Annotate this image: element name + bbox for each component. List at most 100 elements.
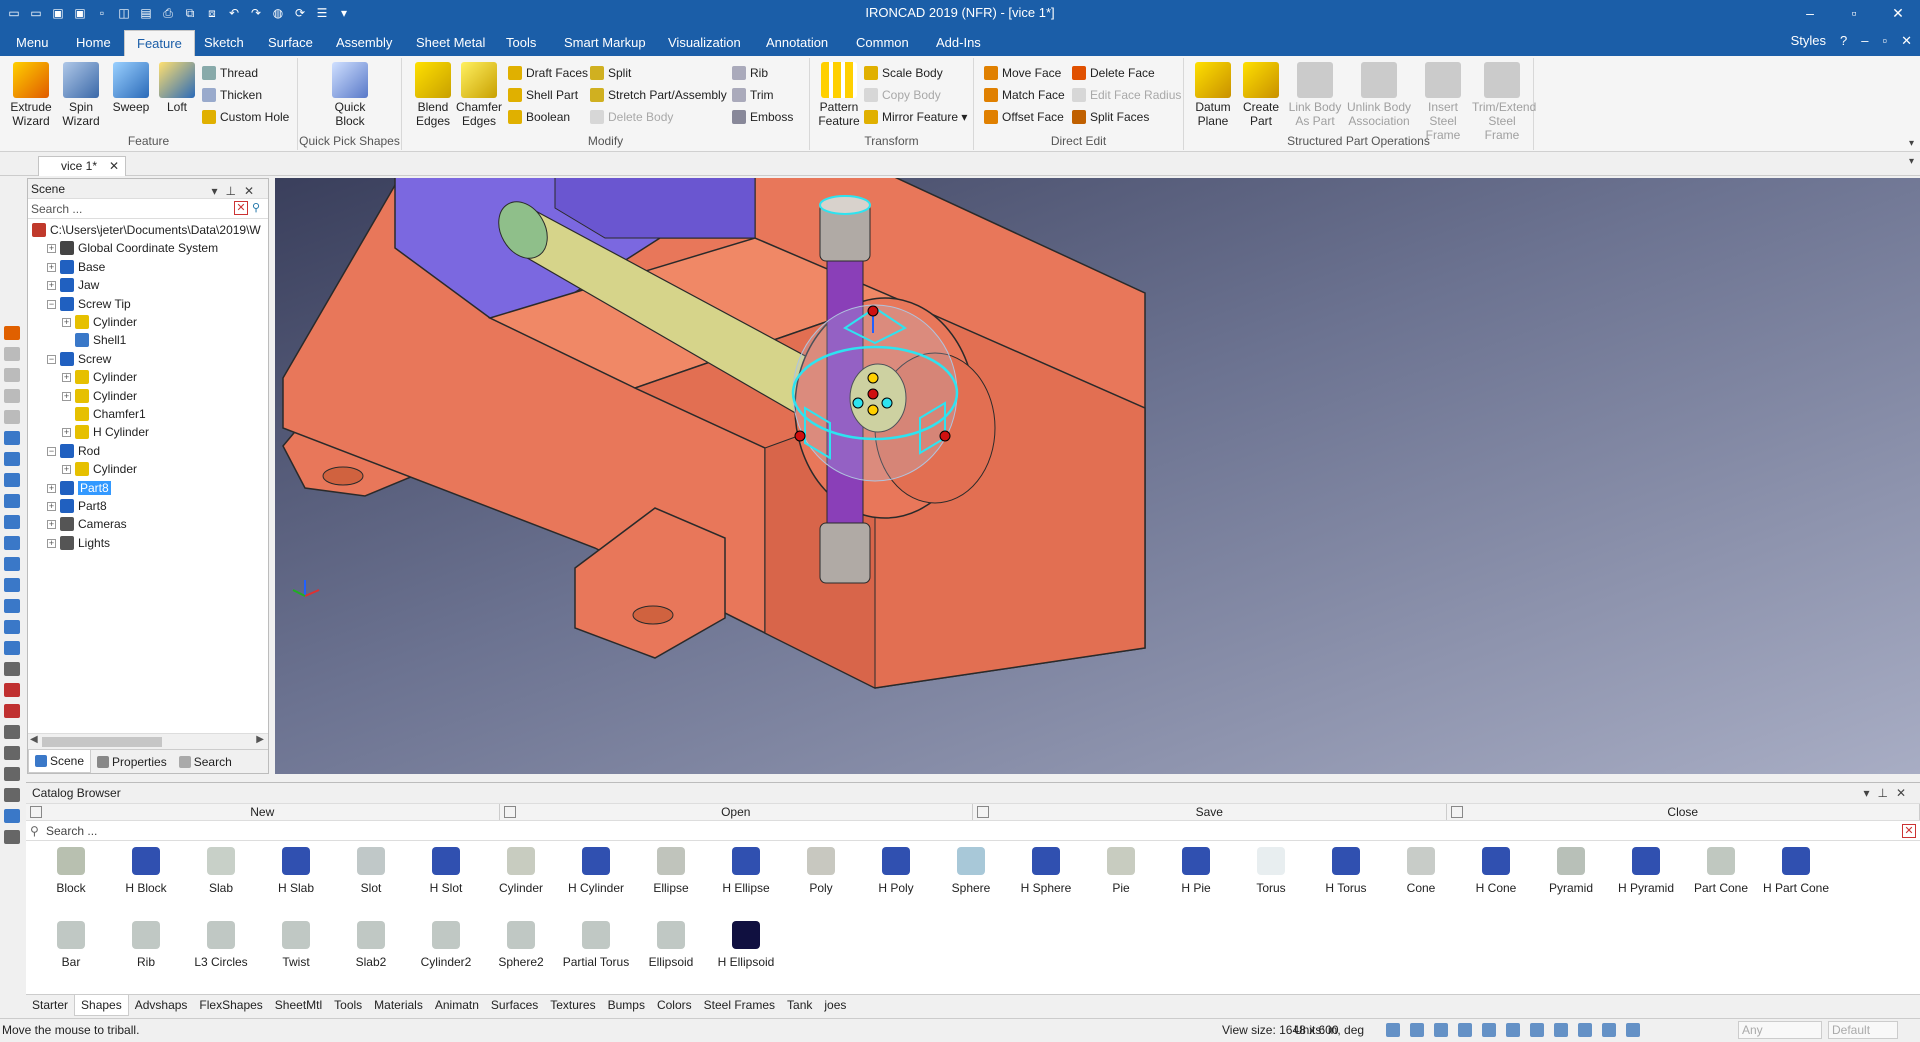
- maximize-button[interactable]: ▫: [1832, 0, 1876, 26]
- catalog-shape-item[interactable]: Block: [34, 847, 108, 895]
- measure-icon[interactable]: [4, 662, 20, 676]
- triball-center-point[interactable]: [867, 404, 879, 416]
- 3d-viewport[interactable]: [275, 178, 1920, 774]
- triball[interactable]: [791, 304, 959, 482]
- tool-icon[interactable]: [4, 767, 20, 781]
- tab-add-ins[interactable]: Add-Ins: [924, 30, 993, 56]
- catalog-tab[interactable]: Tools: [328, 995, 368, 1016]
- triball-handle-point[interactable]: [939, 430, 951, 442]
- catalog-tab[interactable]: Animatn: [429, 995, 485, 1016]
- catalog-shape-item[interactable]: H Sphere: [1009, 847, 1083, 895]
- selection-filter-select[interactable]: Any: [1738, 1021, 1822, 1039]
- match-face-button[interactable]: Match Face: [982, 86, 1065, 104]
- expand-toggle-icon[interactable]: +: [62, 391, 71, 401]
- insert-steel-frame-button[interactable]: Insert Steel Frame: [1414, 60, 1472, 142]
- tab-feature[interactable]: Feature: [124, 30, 195, 56]
- tool-icon[interactable]: [4, 725, 20, 739]
- tab-scene[interactable]: Scene: [28, 750, 92, 773]
- catalog-shape-item[interactable]: Ellipse: [634, 847, 708, 895]
- unlink-body-button[interactable]: Unlink Body Association: [1346, 60, 1412, 128]
- scene-scrollbar[interactable]: ◀ ▶: [28, 733, 268, 749]
- zoom-window-icon[interactable]: [1410, 1023, 1424, 1037]
- split-faces-button[interactable]: Split Faces: [1070, 108, 1149, 126]
- tool-icon[interactable]: [4, 809, 20, 823]
- triball-center-point[interactable]: [852, 397, 864, 409]
- catalog-shape-item[interactable]: H Pie: [1159, 847, 1233, 895]
- vice-model[interactable]: [275, 178, 1920, 774]
- tree-item[interactable]: + Part8: [47, 497, 107, 515]
- catalog-shape-item[interactable]: Poly: [784, 847, 858, 895]
- tree-item[interactable]: + Part8: [47, 479, 111, 497]
- expand-toggle-icon[interactable]: −: [47, 446, 56, 456]
- expand-toggle-icon[interactable]: −: [47, 299, 56, 309]
- rib-button[interactable]: Rib: [730, 64, 768, 82]
- catalog-shape-item[interactable]: Slab: [184, 847, 258, 895]
- expand-toggle-icon[interactable]: +: [47, 281, 56, 291]
- triball-center-point[interactable]: [881, 397, 893, 409]
- triball-handle-point[interactable]: [867, 305, 879, 317]
- custom-hole-button[interactable]: Custom Hole: [200, 108, 289, 126]
- thread-button[interactable]: Thread: [200, 64, 258, 82]
- expand-toggle-icon[interactable]: +: [47, 538, 56, 548]
- expand-toggle-icon[interactable]: +: [62, 318, 71, 327]
- tree-item[interactable]: − Rod: [47, 442, 100, 460]
- shell-part-button[interactable]: Shell Part: [506, 86, 578, 104]
- display-icon[interactable]: [1554, 1023, 1568, 1037]
- delete-body-button[interactable]: Delete Body: [588, 108, 673, 126]
- catalog-tab[interactable]: Colors: [651, 995, 698, 1016]
- catalog-tab[interactable]: SheetMtl: [269, 995, 328, 1016]
- tool-icon[interactable]: [4, 347, 20, 361]
- scale-body-button[interactable]: Scale Body: [862, 64, 943, 82]
- catalog-tab[interactable]: Shapes: [74, 995, 129, 1016]
- catalog-tab[interactable]: joes: [818, 995, 852, 1016]
- catalog-shape-item[interactable]: Sphere2: [484, 921, 558, 969]
- camera-icon[interactable]: [1530, 1023, 1544, 1037]
- tab-smart-markup[interactable]: Smart Markup: [552, 30, 658, 56]
- tree-item[interactable]: C:\Users\jeter\Documents\Data\2019\W: [32, 221, 261, 239]
- view-icon[interactable]: [4, 452, 20, 466]
- select-filter-icon[interactable]: [1602, 1023, 1616, 1037]
- extrude-wizard-button[interactable]: Extrude Wizard: [6, 60, 56, 128]
- catalog-tab[interactable]: Textures: [544, 995, 601, 1016]
- tree-item[interactable]: + Cameras: [47, 515, 127, 533]
- tree-item[interactable]: Chamfer1: [62, 405, 146, 423]
- tab-assembly[interactable]: Assembly: [324, 30, 404, 56]
- view-icon[interactable]: [4, 536, 20, 550]
- scroll-right-icon[interactable]: ▶: [256, 734, 264, 745]
- triball-center-point[interactable]: [867, 372, 879, 384]
- catalog-open-button[interactable]: Open: [500, 804, 973, 820]
- tree-item[interactable]: Shell1: [62, 331, 126, 349]
- scroll-left-icon[interactable]: ◀: [30, 734, 38, 745]
- draft-faces-button[interactable]: Draft Faces: [506, 64, 588, 82]
- tab-properties[interactable]: Properties: [91, 750, 173, 773]
- link-body-button[interactable]: Link Body As Part: [1286, 60, 1344, 128]
- catalog-new-button[interactable]: New: [26, 804, 500, 820]
- stretch-button[interactable]: Stretch Part/Assembly: [588, 86, 727, 104]
- catalog-shape-item[interactable]: H Ellipsoid: [709, 921, 783, 969]
- catalog-shape-item[interactable]: H Slot: [409, 847, 483, 895]
- catalog-shape-item[interactable]: L3 Circles: [184, 921, 258, 969]
- boolean-button[interactable]: Boolean: [506, 108, 570, 126]
- catalog-shape-item[interactable]: H Cylinder: [559, 847, 633, 895]
- tab-visualization[interactable]: Visualization: [656, 30, 753, 56]
- chamfer-edges-button[interactable]: Chamfer Edges: [454, 60, 504, 128]
- tree-item[interactable]: + Global Coordinate System: [47, 239, 218, 257]
- catalog-shape-item[interactable]: Rib: [109, 921, 183, 969]
- view-icon[interactable]: [4, 620, 20, 634]
- close-doc-icon[interactable]: ✕: [1901, 33, 1912, 49]
- tab-annotation[interactable]: Annotation: [754, 30, 840, 56]
- tool-icon[interactable]: [4, 326, 20, 340]
- catalog-tab[interactable]: Surfaces: [485, 995, 544, 1016]
- tab-surface[interactable]: Surface: [256, 30, 325, 56]
- tree-item[interactable]: + Cylinder: [62, 460, 137, 478]
- catalog-close-button[interactable]: Close: [1447, 804, 1920, 820]
- tree-item[interactable]: − Screw: [47, 350, 111, 368]
- snap-icon[interactable]: [1482, 1023, 1496, 1037]
- catalog-shape-item[interactable]: H Slab: [259, 847, 333, 895]
- tree-item[interactable]: + Lights: [47, 534, 110, 552]
- expand-toggle-icon[interactable]: +: [62, 428, 71, 438]
- split-button[interactable]: Split: [588, 64, 631, 82]
- tab-sketch[interactable]: Sketch: [192, 30, 256, 56]
- catalog-shape-item[interactable]: Partial Torus: [559, 921, 633, 969]
- view-icon[interactable]: [4, 578, 20, 592]
